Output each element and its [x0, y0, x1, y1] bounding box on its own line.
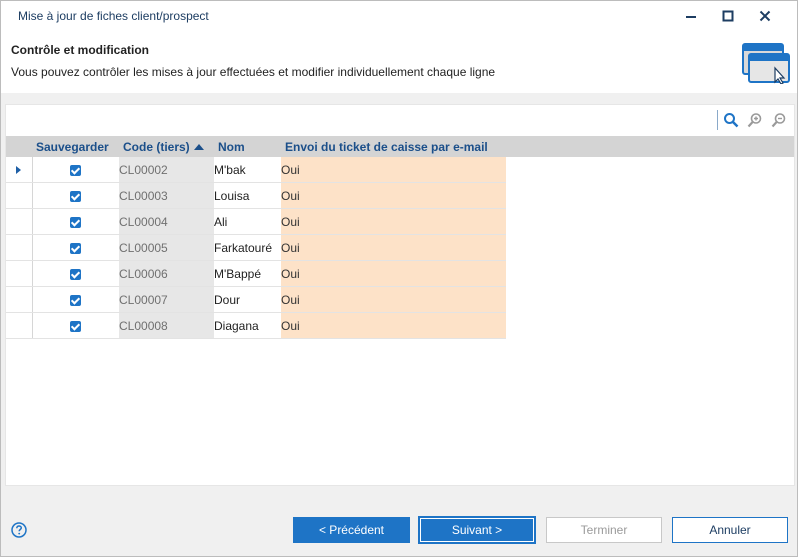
- filler-cell: [506, 235, 794, 261]
- filler-cell: [506, 209, 794, 235]
- sort-ascending-icon: [193, 143, 204, 150]
- row-selector[interactable]: [6, 260, 33, 287]
- column-label: Nom: [218, 139, 245, 154]
- envoi-cell[interactable]: Oui: [281, 208, 506, 235]
- minimize-icon: [686, 16, 696, 18]
- table-row[interactable]: CL00007 Dour Oui: [6, 286, 794, 313]
- code-cell: CL00005: [119, 234, 214, 261]
- filler-cell: [506, 261, 794, 287]
- finish-button[interactable]: Terminer: [546, 517, 662, 543]
- window-cursor-icon: [742, 43, 790, 84]
- current-row-icon: [16, 165, 22, 174]
- checkbox-checked-icon: [70, 268, 82, 280]
- table-row[interactable]: CL00006 M'Bappé Oui: [6, 260, 794, 287]
- close-icon: [759, 10, 771, 22]
- nom-cell[interactable]: Diagana: [214, 312, 281, 339]
- save-checkbox[interactable]: [32, 312, 119, 339]
- zoom-out-icon[interactable]: [771, 112, 787, 128]
- row-selector[interactable]: [6, 312, 33, 339]
- checkbox-checked-icon: [70, 216, 82, 228]
- checkbox-checked-icon: [70, 190, 82, 202]
- column-label: Sauvegarder: [36, 139, 109, 154]
- filler-cell: [506, 313, 794, 339]
- search-icon[interactable]: [723, 112, 739, 128]
- column-header-filler: [506, 136, 794, 157]
- minimize-button[interactable]: [678, 5, 704, 27]
- nom-cell[interactable]: M'Bappé: [214, 260, 281, 287]
- nom-cell[interactable]: Farkatouré: [214, 234, 281, 261]
- zoom-in-icon[interactable]: [747, 112, 763, 128]
- close-button[interactable]: [752, 5, 778, 27]
- update-grid: Sauvegarder Code (tiers) Nom Envoi du ti…: [6, 136, 794, 339]
- filler-cell: [506, 287, 794, 313]
- row-header-corner: [6, 136, 32, 157]
- code-cell: CL00008: [119, 312, 214, 339]
- previous-button[interactable]: < Précédent: [293, 517, 410, 543]
- envoi-cell[interactable]: Oui: [281, 286, 506, 313]
- envoi-cell[interactable]: Oui: [281, 312, 506, 339]
- code-cell: CL00006: [119, 260, 214, 287]
- page-title: Contrôle et modification: [11, 43, 149, 57]
- nom-cell[interactable]: M'bak: [214, 157, 281, 183]
- column-header-envoi[interactable]: Envoi du ticket de caisse par e-mail: [281, 136, 506, 157]
- grid-header-row: Sauvegarder Code (tiers) Nom Envoi du ti…: [6, 136, 794, 157]
- row-selector[interactable]: [6, 234, 33, 261]
- nom-cell[interactable]: Louisa: [214, 182, 281, 209]
- nom-cell[interactable]: Ali: [214, 208, 281, 235]
- title-bar: Mise à jour de fiches client/prospect: [1, 1, 797, 31]
- maximize-icon: [722, 10, 734, 22]
- column-label: Envoi du ticket de caisse par e-mail: [285, 139, 488, 154]
- code-cell: CL00004: [119, 208, 214, 235]
- column-header-sauvegarder[interactable]: Sauvegarder: [32, 136, 119, 157]
- envoi-cell[interactable]: Oui: [281, 234, 506, 261]
- save-checkbox[interactable]: [32, 286, 119, 313]
- checkbox-checked-icon: [70, 242, 82, 254]
- wizard-header: Contrôle et modification Vous pouvez con…: [1, 31, 797, 93]
- code-cell: CL00002: [119, 157, 214, 183]
- column-header-code[interactable]: Code (tiers): [119, 136, 214, 157]
- cancel-button[interactable]: Annuler: [672, 517, 788, 543]
- table-row[interactable]: CL00005 Farkatouré Oui: [6, 234, 794, 261]
- nom-cell[interactable]: Dour: [214, 286, 281, 313]
- toolbar-separator: [717, 110, 718, 130]
- row-selector[interactable]: [6, 208, 33, 235]
- checkbox-checked-icon: [70, 320, 82, 332]
- save-checkbox[interactable]: [32, 234, 119, 261]
- data-grid-panel: Sauvegarder Code (tiers) Nom Envoi du ti…: [5, 104, 795, 486]
- table-row[interactable]: CL00008 Diagana Oui: [6, 312, 794, 339]
- row-selector[interactable]: [6, 182, 33, 209]
- envoi-cell[interactable]: Oui: [281, 157, 506, 183]
- wizard-window: Mise à jour de fiches client/prospect Co…: [0, 0, 798, 557]
- save-checkbox[interactable]: [32, 157, 119, 183]
- table-row[interactable]: CL00004 Ali Oui: [6, 208, 794, 235]
- code-cell: CL00007: [119, 286, 214, 313]
- row-selector[interactable]: [6, 286, 33, 313]
- checkbox-checked-icon: [70, 294, 82, 306]
- maximize-button[interactable]: [715, 5, 741, 27]
- column-label: Code (tiers): [123, 139, 190, 154]
- table-row[interactable]: CL00002 M'bak Oui: [6, 157, 794, 183]
- grid-toolbar: [6, 105, 794, 135]
- help-icon[interactable]: [11, 522, 27, 538]
- filler-cell: [506, 183, 794, 209]
- checkbox-checked-icon: [70, 164, 82, 176]
- save-checkbox[interactable]: [32, 260, 119, 287]
- save-checkbox[interactable]: [32, 182, 119, 209]
- column-header-nom[interactable]: Nom: [214, 136, 281, 157]
- filler-cell: [506, 157, 794, 183]
- page-subtitle: Vous pouvez contrôler les mises à jour e…: [11, 65, 496, 79]
- save-checkbox[interactable]: [32, 208, 119, 235]
- row-selector[interactable]: [6, 157, 33, 183]
- envoi-cell[interactable]: Oui: [281, 182, 506, 209]
- envoi-cell[interactable]: Oui: [281, 260, 506, 287]
- next-button[interactable]: Suivant >: [418, 516, 536, 544]
- code-cell: CL00003: [119, 182, 214, 209]
- table-row[interactable]: CL00003 Louisa Oui: [6, 182, 794, 209]
- window-title: Mise à jour de fiches client/prospect: [18, 9, 209, 23]
